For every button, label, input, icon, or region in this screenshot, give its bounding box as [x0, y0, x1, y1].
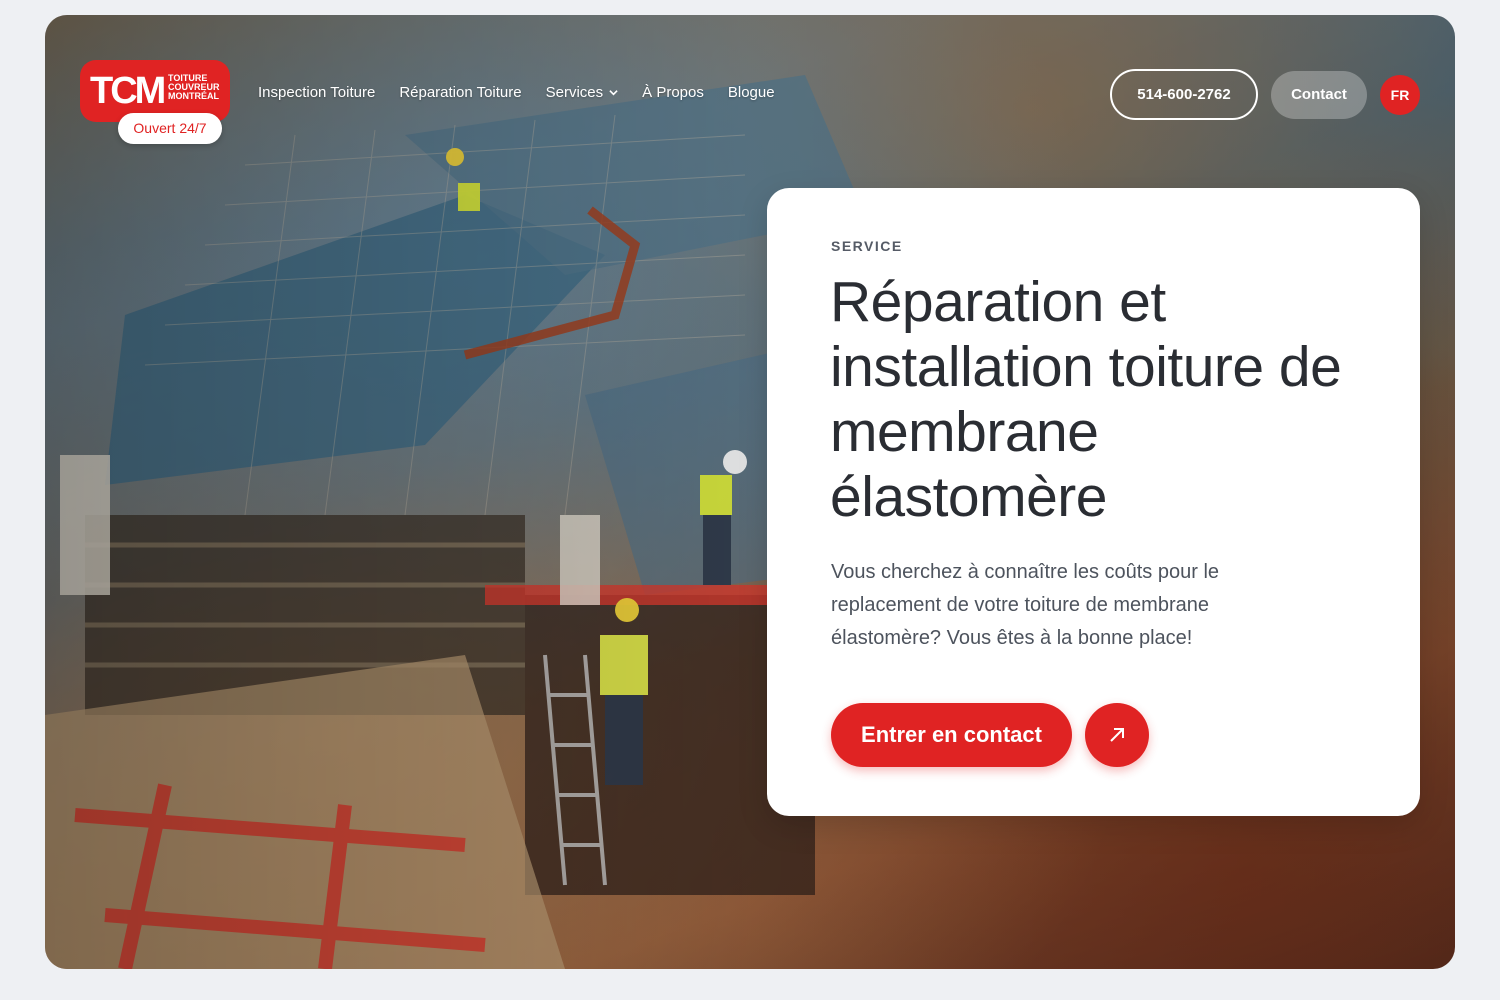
- lead-paragraph: Vous cherchez à connaître les coûts pour…: [831, 561, 1220, 649]
- nav-item-reparation[interactable]: Réparation Toiture: [399, 84, 521, 101]
- cta-arrow-button[interactable]: [1085, 703, 1149, 767]
- logo-mark: TCM: [90, 70, 166, 112]
- service-card: SERVICE Réparation et installation toitu…: [767, 188, 1420, 816]
- contact-button[interactable]: Contact: [1271, 71, 1367, 119]
- nav-item-inspection[interactable]: Inspection Toiture: [258, 84, 375, 101]
- nav-item-services[interactable]: Services: [546, 84, 619, 101]
- contact-cta-button[interactable]: Entrer en contact: [831, 703, 1072, 767]
- nav-item-blogue[interactable]: Blogue: [728, 84, 775, 101]
- open-hours-badge: Ouvert 24/7: [118, 113, 222, 144]
- phone-button[interactable]: 514-600-2762: [1110, 69, 1258, 120]
- chevron-down-icon: [609, 90, 618, 96]
- language-toggle[interactable]: FR: [1380, 75, 1420, 115]
- main-nav: Inspection Toiture Réparation Toiture Se…: [258, 84, 775, 101]
- page-title: Réparation et installation toiture de me…: [830, 270, 1342, 529]
- nav-item-apropos[interactable]: À Propos: [642, 84, 704, 101]
- eyebrow-label: SERVICE: [831, 238, 903, 254]
- arrow-up-right-icon: [1110, 728, 1124, 742]
- logo-wordmark: TOITURE COUVREUR MONTRÉAL: [168, 73, 220, 101]
